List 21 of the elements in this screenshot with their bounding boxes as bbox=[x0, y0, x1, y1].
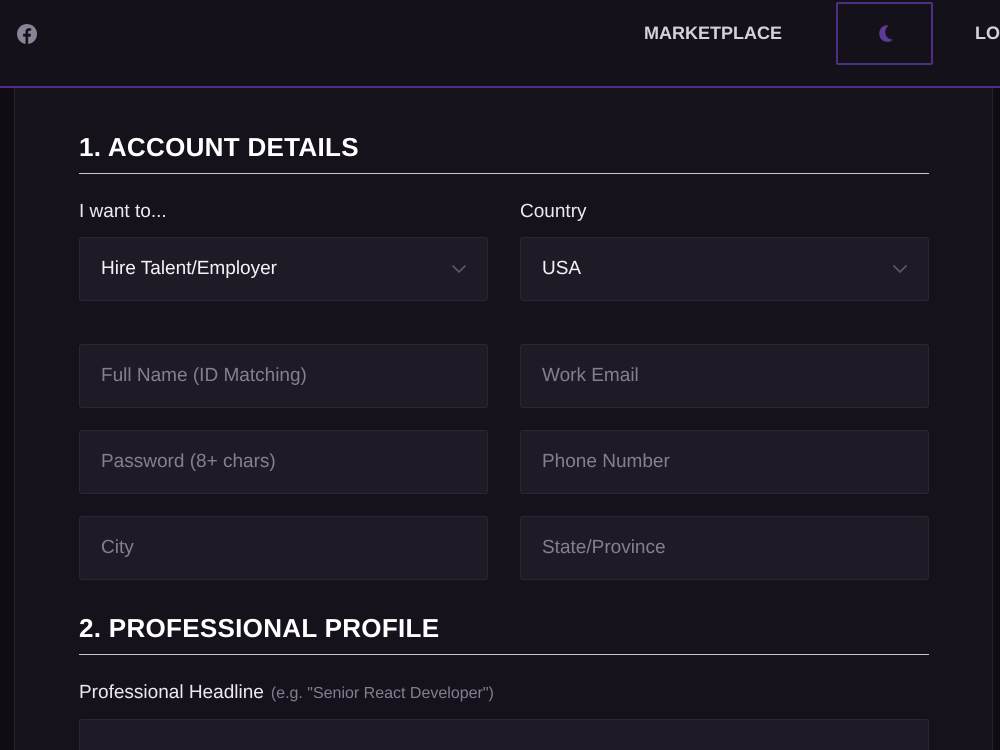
text-input-field[interactable]: City bbox=[79, 516, 488, 580]
text-input-field[interactable]: Password (8+ chars) bbox=[79, 430, 488, 494]
section-heading: 2. PROFESSIONAL PROFILE bbox=[79, 613, 440, 643]
chevron-down-icon bbox=[893, 265, 907, 273]
text-input-field[interactable]: Phone Number bbox=[520, 430, 929, 494]
facebook-icon bbox=[17, 24, 37, 44]
section-heading: 1. ACCOUNT DETAILS bbox=[79, 132, 360, 162]
theme-toggle-button[interactable] bbox=[836, 2, 933, 64]
text-input-field[interactable]: Full Name (ID Matching) bbox=[79, 344, 488, 408]
select-dropdown[interactable]: Hire Talent/Employer bbox=[79, 237, 488, 301]
nav-link[interactable]: MARKETPLACE bbox=[644, 22, 782, 44]
hint-text: (e.g. "Senior React Developer") bbox=[270, 684, 494, 704]
chevron-down-icon bbox=[452, 265, 466, 273]
select-dropdown[interactable]: USA bbox=[520, 237, 929, 301]
nav-link[interactable]: LO bbox=[975, 22, 1000, 44]
field-label: Country bbox=[520, 201, 587, 223]
moon-icon bbox=[876, 24, 892, 42]
text-input-field[interactable]: State/Province bbox=[520, 516, 929, 580]
field-label: Professional Headline bbox=[79, 682, 264, 704]
text-input-field[interactable]: Work Email bbox=[520, 344, 929, 408]
field-label: I want to... bbox=[79, 201, 167, 223]
